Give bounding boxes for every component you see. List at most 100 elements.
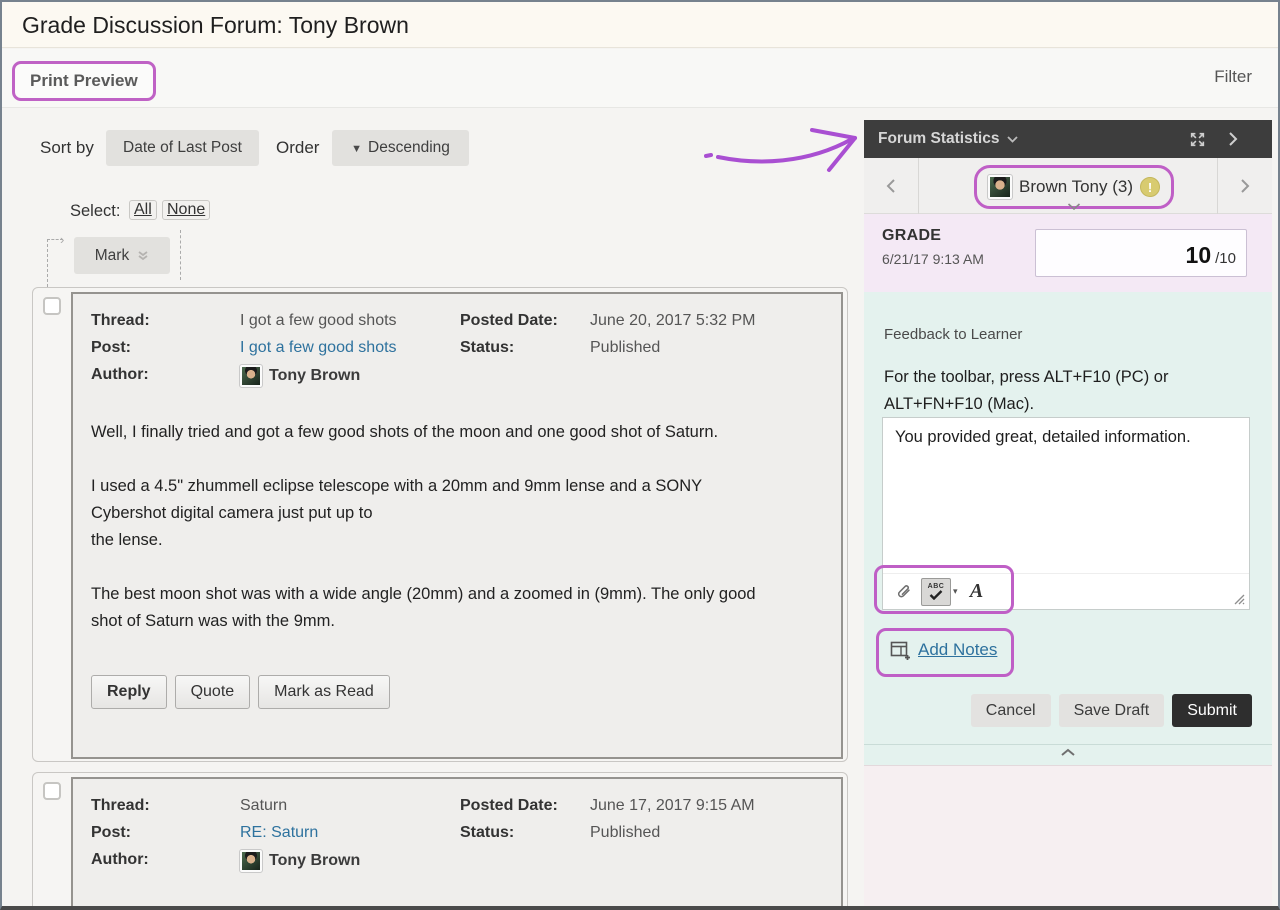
author-label: Author:	[91, 847, 240, 874]
attach-file-button[interactable]	[889, 578, 919, 606]
tree-connector-line	[47, 239, 48, 287]
grade-input[interactable]: 10 /10	[1035, 229, 1247, 277]
expand-icon[interactable]	[1189, 131, 1206, 148]
forum-statistics-bar: Forum Statistics	[864, 120, 1272, 158]
spellcheck-dropdown-caret[interactable]: ▾	[953, 586, 958, 597]
checkmark-icon	[929, 590, 943, 600]
post-meta: Thread: Saturn Posted Date: June 17, 201…	[73, 779, 841, 874]
author-avatar	[240, 850, 262, 872]
grading-sidebar: Forum Statistics	[864, 108, 1272, 906]
submit-button[interactable]: Submit	[1172, 694, 1252, 727]
filter-button[interactable]: Filter	[1214, 67, 1252, 87]
post-message: Well, I finally tried and got a few good…	[91, 419, 821, 635]
author-cell: Tony Brown	[240, 362, 841, 389]
save-draft-button[interactable]: Save Draft	[1059, 694, 1165, 727]
print-preview-button[interactable]: Print Preview	[12, 61, 156, 101]
previous-student-button[interactable]	[864, 158, 919, 214]
tree-connector-line	[180, 230, 181, 280]
student-navigation: Brown Tony (3) !	[864, 158, 1272, 214]
grade-score: 10	[1186, 242, 1212, 269]
message-line: the lense.	[91, 527, 821, 554]
student-avatar	[988, 175, 1012, 199]
post-body-container: Thread: I got a few good shots Posted Da…	[71, 292, 843, 759]
font-style-button[interactable]: A	[962, 578, 992, 606]
author-avatar	[240, 365, 262, 387]
font-a-icon: A	[970, 580, 983, 603]
divider	[864, 744, 1272, 745]
mark-label: Mark	[95, 247, 129, 265]
add-notes-link[interactable]: Add Notes	[890, 640, 997, 660]
collapse-panel-chevron-icon[interactable]	[1228, 131, 1238, 147]
select-none-link[interactable]: None	[162, 200, 210, 220]
content-region: Sort by Date of Last Post Order ▼Descend…	[2, 108, 1278, 906]
message-line: Well, I finally tried and got a few good…	[91, 419, 821, 446]
chevron-left-icon	[886, 178, 896, 194]
student-name: Brown Tony (3)	[1019, 177, 1133, 197]
cancel-button[interactable]: Cancel	[971, 694, 1051, 727]
status-label: Status:	[460, 820, 590, 847]
message-line: I used a 4.5" zhummell eclipse telescope…	[91, 473, 821, 500]
order-value: Descending	[368, 139, 450, 156]
post-meta: Thread: I got a few good shots Posted Da…	[73, 294, 841, 389]
message-line: Cybershot digital camera just put up to	[91, 500, 821, 527]
grade-date: 6/21/17 9:13 AM	[882, 251, 984, 267]
status-label: Status:	[460, 335, 590, 362]
post-body-container: Thread: Saturn Posted Date: June 17, 201…	[71, 777, 843, 906]
thread-value: I got a few good shots	[240, 308, 460, 335]
spellcheck-button[interactable]: ABC	[921, 578, 951, 606]
sort-by-button[interactable]: Date of Last Post	[106, 130, 259, 166]
chevron-down-icon	[1068, 203, 1081, 210]
feedback-editor: You provided great, detailed information…	[882, 417, 1250, 610]
select-all-link[interactable]: All	[129, 200, 157, 220]
posted-date-label: Posted Date:	[460, 308, 590, 335]
add-notes-label: Add Notes	[918, 640, 997, 660]
thread-value: Saturn	[240, 793, 460, 820]
posted-date-label: Posted Date:	[460, 793, 590, 820]
annotation-arrow	[702, 114, 877, 184]
hint-line: For the toolbar, press ALT+F10 (PC) or	[884, 364, 1168, 391]
editor-toolbar: ABC ▾ A	[883, 573, 1249, 609]
feedback-section: Feedback to Learner For the toolbar, pre…	[864, 292, 1272, 765]
mark-button[interactable]: Mark	[74, 237, 170, 274]
resize-handle[interactable]	[1232, 592, 1245, 605]
mark-as-read-button[interactable]: Mark as Read	[258, 675, 390, 709]
post-checkbox[interactable]	[43, 782, 61, 800]
message-line: The best moon shot was with a wide angle…	[91, 581, 821, 608]
feedback-to-learner-label: Feedback to Learner	[884, 326, 1022, 343]
forum-statistics-label: Forum Statistics	[878, 130, 999, 148]
feedback-text-area[interactable]: You provided great, detailed information…	[883, 418, 1249, 573]
post-checkbox[interactable]	[43, 297, 61, 315]
action-bar: Print Preview Filter	[2, 49, 1278, 108]
double-chevron-down-icon	[137, 250, 149, 262]
order-button[interactable]: ▼Descending	[332, 130, 469, 166]
author-name: Tony Brown	[269, 848, 360, 873]
reply-button[interactable]: Reply	[91, 675, 167, 709]
collapse-grading-chevron-icon[interactable]	[1060, 748, 1076, 757]
posted-date-value: June 20, 2017 5:32 PM	[590, 308, 841, 335]
post-title-link[interactable]: RE: Saturn	[240, 820, 460, 847]
title-bar: Grade Discussion Forum: Tony Brown	[2, 2, 1278, 48]
grade-section: GRADE 6/21/17 9:13 AM 10 /10	[864, 214, 1272, 292]
forum-statistics-toggle[interactable]: Forum Statistics	[878, 130, 1018, 148]
needs-grading-icon: !	[1140, 177, 1160, 197]
grade-out-of: /10	[1215, 250, 1236, 267]
current-student-selector[interactable]: Brown Tony (3) !	[974, 165, 1174, 209]
post-title-link[interactable]: I got a few good shots	[240, 335, 460, 362]
message-line: Hey, my uncle owns a photography place a…	[91, 904, 821, 906]
post-card: Thread: Saturn Posted Date: June 17, 201…	[32, 772, 848, 906]
chevron-down-icon	[1007, 136, 1018, 143]
author-name: Tony Brown	[269, 363, 360, 388]
next-student-button[interactable]	[1217, 158, 1272, 214]
select-label: Select:	[70, 202, 120, 221]
post-message: Hey, my uncle owns a photography place a…	[91, 904, 821, 906]
thread-label: Thread:	[91, 308, 240, 335]
grading-actions: Cancel Save Draft Submit	[971, 694, 1252, 727]
sidebar-footer-area	[864, 765, 1272, 906]
posted-date-value: June 17, 2017 9:15 AM	[590, 793, 841, 820]
quote-button[interactable]: Quote	[175, 675, 251, 709]
grade-label: GRADE	[882, 227, 941, 245]
status-value: Published	[590, 820, 841, 847]
spellcheck-control: ABC ▾	[921, 578, 960, 606]
page-title: Grade Discussion Forum: Tony Brown	[2, 2, 1278, 39]
add-notes-icon	[890, 641, 910, 660]
